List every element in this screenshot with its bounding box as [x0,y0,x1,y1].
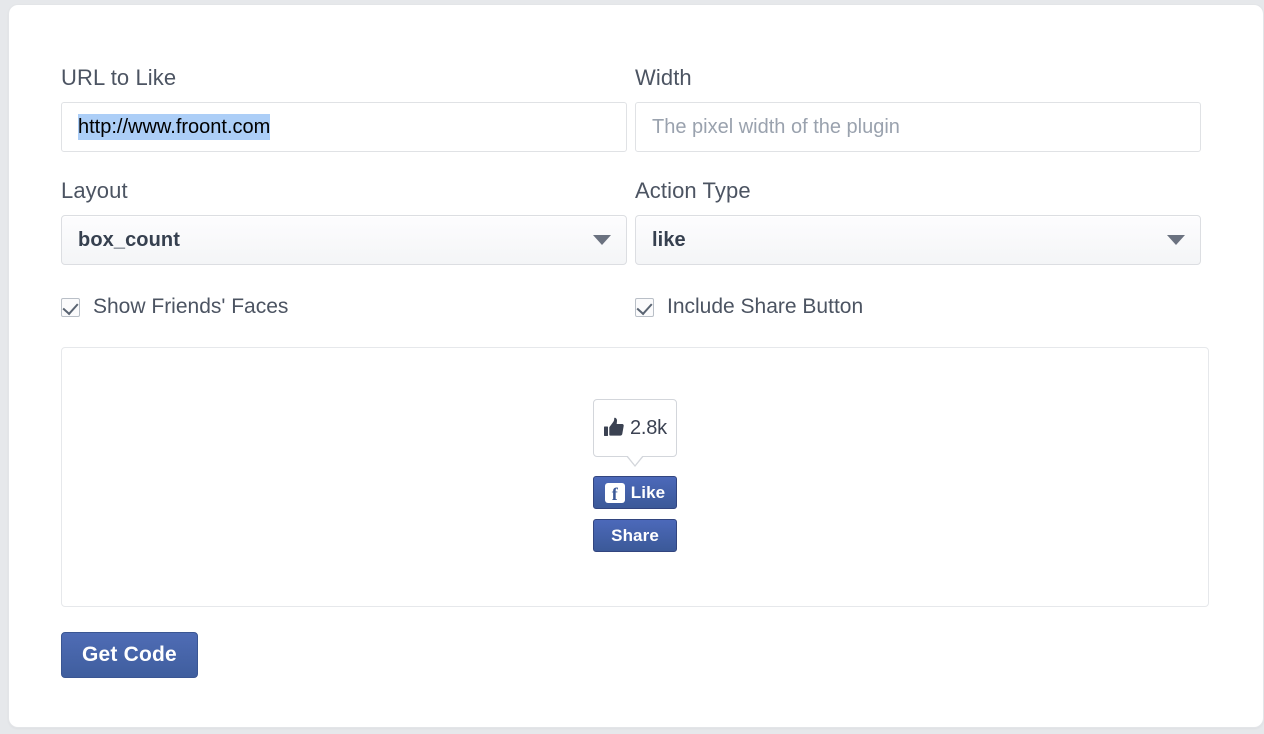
checkmark-icon [635,297,654,317]
share-button-label: Share [611,525,659,545]
form-row-selects: Layout box_count Action Type like [61,178,1209,265]
field-group-url: URL to Like http://www.froont.com [61,65,635,152]
action-type-select[interactable]: like [635,215,1201,265]
field-group-action: Action Type like [635,178,1209,265]
show-friends-faces-label: Show Friends' Faces [93,295,289,318]
url-field-label: URL to Like [61,65,177,90]
show-friends-faces-checkbox[interactable]: Show Friends' Faces [61,295,635,319]
layout-select[interactable]: box_count [61,215,627,265]
plugin-preview-panel: 2.8k f Like Share [61,347,1209,607]
width-field-label: Width [635,65,692,90]
action-type-select-value: like [652,228,686,251]
action-select-wrap: like [635,215,1201,265]
row-spacer-1 [61,152,1209,178]
width-input[interactable] [635,102,1201,152]
url-input[interactable]: http://www.froont.com [61,102,627,152]
field-group-width: Width [635,65,1209,152]
like-button[interactable]: f Like [593,476,677,509]
page-background: URL to Like http://www.froont.com Width … [0,0,1264,734]
configurator-form: URL to Like http://www.froont.com Width … [61,65,1209,678]
facebook-logo-letter: f [611,483,618,504]
thumbs-up-icon [603,417,624,436]
caret-down-inner [627,455,643,465]
layout-select-wrap: box_count [61,215,627,265]
checkmark-icon [61,297,80,317]
include-share-button-checkbox[interactable]: Include Share Button [635,295,1209,319]
form-row-urls: URL to Like http://www.froont.com Width [61,65,1209,152]
get-code-button[interactable]: Get Code [61,632,198,678]
url-input-value: http://www.froont.com [78,114,271,140]
layout-field-label: Layout [61,178,128,203]
field-group-layout: Layout box_count [61,178,635,265]
facebook-like-widget: 2.8k f Like Share [593,399,677,552]
form-row-checkboxes: Show Friends' Faces Include Share Button [61,295,1209,319]
share-button[interactable]: Share [593,519,677,552]
configurator-card: URL to Like http://www.froont.com Width … [8,4,1264,728]
action-field-label: Action Type [635,178,751,203]
like-count-box: 2.8k [593,399,677,467]
include-share-button-label: Include Share Button [667,295,864,318]
layout-select-value: box_count [78,228,181,251]
like-button-label: Like [630,482,666,502]
like-count-value: 2.8k [629,416,667,439]
facebook-logo-icon: f [604,482,625,504]
